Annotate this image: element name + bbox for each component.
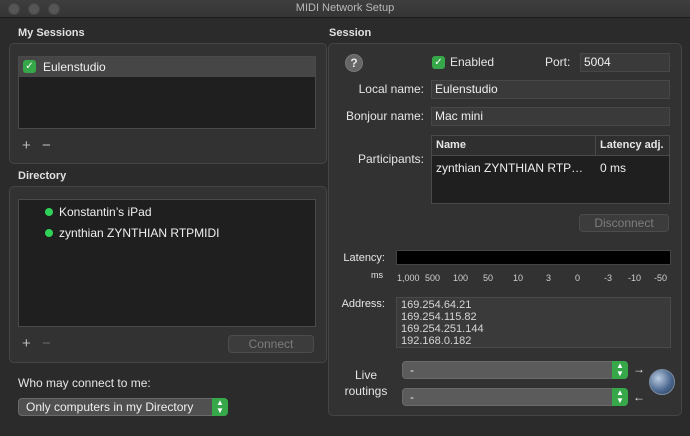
remove-directory-button[interactable]: − [42, 336, 51, 351]
online-status-icon [45, 208, 53, 216]
add-directory-button[interactable]: + [22, 336, 31, 351]
participant-name[interactable]: zynthian ZYNTHIAN RTP… [436, 161, 583, 175]
address-item: 169.254.251.144 [401, 323, 484, 335]
local-name-field[interactable]: Eulenstudio [431, 80, 670, 99]
enabled-checkbox[interactable]: ✓ [432, 56, 445, 69]
connect-button[interactable]: Connect [228, 335, 314, 353]
live-routing-in-value: - [410, 363, 414, 377]
latency-tick: 500 [425, 273, 441, 283]
directory-list[interactable]: Konstantin’s iPad zynthian ZYNTHIAN RTPM… [18, 199, 316, 327]
latency-meter [396, 250, 671, 265]
session-name: Eulenstudio [43, 60, 106, 74]
latency-tick: 0 [575, 273, 581, 283]
chevron-updown-icon: ▲ ▼ [612, 388, 628, 406]
session-row-eulenstudio[interactable]: ✓ Eulenstudio [19, 57, 315, 77]
session-panel: ? ✓ Enabled Port: 5004 Local name: Eulen… [328, 43, 682, 416]
live-routing-out-select[interactable]: - ▲ ▼ [402, 388, 628, 406]
bonjour-name-field[interactable]: Mac mini [431, 107, 670, 126]
latency-tick: 1,000 [397, 273, 420, 283]
title-bar: MIDI Network Setup [0, 0, 690, 18]
address-item: 192.168.0.182 [401, 335, 472, 347]
latency-tick: 3 [546, 273, 552, 283]
my-sessions-panel: ✓ Eulenstudio + − [9, 43, 327, 164]
arrow-right-icon: → [633, 362, 645, 376]
online-status-icon [45, 229, 53, 237]
latency-label: Latency: [343, 252, 385, 264]
participants-column-latency[interactable]: Latency adj. [596, 136, 669, 156]
latency-tick: 10 [513, 273, 524, 283]
enabled-label: Enabled [450, 55, 495, 69]
live-routing-out-value: - [410, 390, 414, 404]
participants-column-name[interactable]: Name [432, 136, 596, 156]
address-label: Address: [341, 298, 385, 310]
directory-row[interactable]: Konstantin’s iPad [19, 202, 315, 222]
live-routing-in-select[interactable]: - ▲ ▼ [402, 361, 628, 379]
directory-label: Directory [18, 170, 67, 182]
address-list[interactable]: 169.254.64.21 169.254.115.82 169.254.251… [396, 297, 671, 348]
directory-row[interactable]: zynthian ZYNTHIAN RTPMIDI [19, 223, 315, 243]
who-may-connect-label: Who may connect to me: [18, 376, 151, 390]
directory-panel: Konstantin’s iPad zynthian ZYNTHIAN RTPM… [9, 186, 327, 363]
directory-item-name: zynthian ZYNTHIAN RTPMIDI [59, 226, 220, 240]
address-item: 169.254.115.82 [401, 311, 477, 323]
chevron-updown-icon: ▲ ▼ [212, 398, 228, 416]
address-item: 169.254.64.21 [401, 299, 472, 311]
add-session-button[interactable]: + [22, 138, 31, 153]
latency-tick: 100 [453, 273, 469, 283]
window-title: MIDI Network Setup [295, 2, 395, 14]
port-field[interactable]: 5004 [580, 53, 670, 72]
participants-table[interactable]: Name Latency adj. zynthian ZYNTHIAN RTP…… [431, 135, 670, 204]
session-enabled-checkbox[interactable]: ✓ [23, 60, 36, 73]
disconnect-button[interactable]: Disconnect [579, 214, 669, 232]
who-may-connect-value: Only computers in my Directory [26, 400, 194, 414]
participants-label: Participants: [357, 152, 424, 166]
latency-tick: -3 [604, 273, 613, 283]
latency-tick: 50 [483, 273, 494, 283]
live-routings-label: Live routings [344, 368, 388, 398]
port-label: Port: [545, 55, 571, 69]
chevron-updown-icon: ▲ ▼ [612, 361, 628, 379]
arrow-left-icon: ← [633, 390, 645, 404]
directory-item-name: Konstantin’s iPad [59, 205, 152, 219]
latency-tick: -50 [654, 273, 668, 283]
help-button[interactable]: ? [345, 54, 363, 72]
bonjour-name-label: Bonjour name: [345, 109, 424, 123]
participant-latency: 0 ms [600, 161, 627, 175]
my-sessions-label: My Sessions [18, 27, 85, 39]
latency-tick: -10 [628, 273, 642, 283]
sessions-list[interactable]: ✓ Eulenstudio [18, 56, 316, 129]
local-name-label: Local name: [358, 82, 424, 96]
session-label: Session [329, 27, 372, 39]
network-globe-icon [649, 369, 675, 395]
latency-unit: ms [371, 270, 383, 280]
remove-session-button[interactable]: − [42, 138, 51, 153]
who-may-connect-select[interactable]: Only computers in my Directory ▲ ▼ [18, 398, 228, 416]
